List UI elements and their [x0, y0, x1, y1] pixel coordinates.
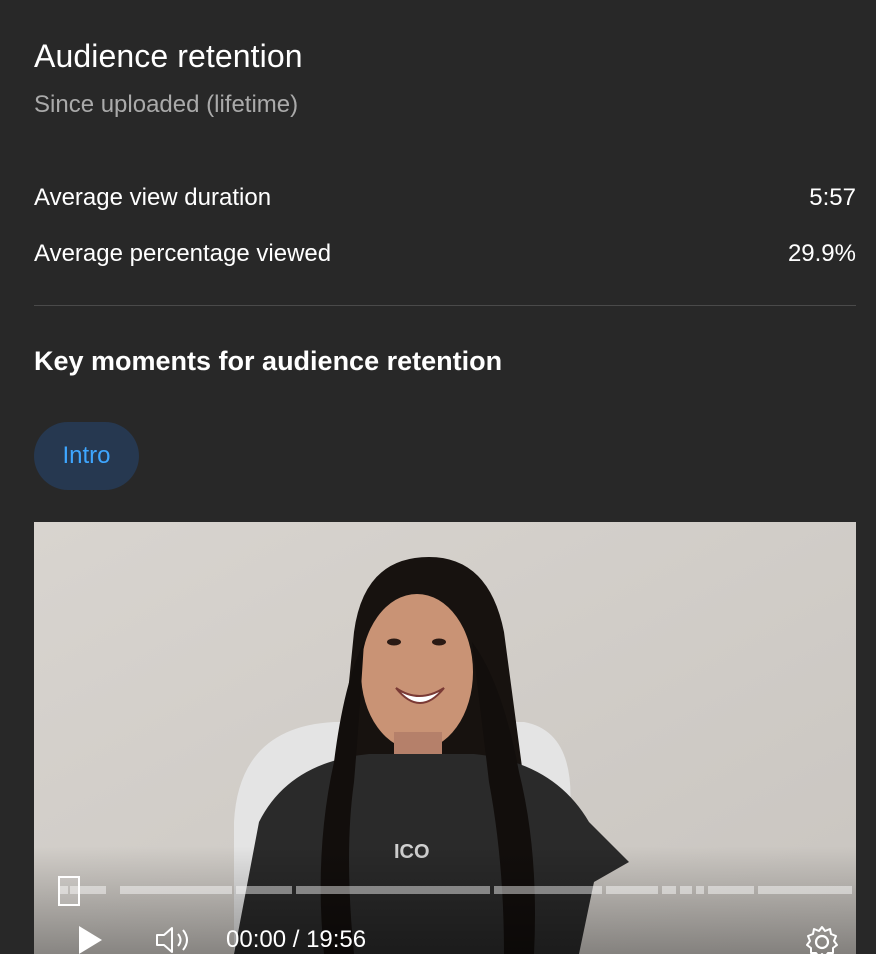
player-controls: 00:00 / 19:56 [34, 920, 856, 954]
key-moments-title: Key moments for audience retention [34, 346, 503, 376]
metric-row-average-view-duration: Average view duration 5:57 [34, 182, 856, 214]
progress-segment [296, 886, 490, 894]
metric-value: 5:57 [809, 184, 856, 211]
progress-segment [696, 886, 704, 894]
volume-icon[interactable] [154, 924, 194, 954]
metric-label: Average percentage viewed [34, 240, 332, 267]
progress-segment [606, 886, 658, 894]
progress-segment [758, 886, 852, 894]
metric-label: Average view duration [34, 184, 272, 211]
metric-row-average-percentage-viewed: Average percentage viewed 29.9% [34, 238, 856, 270]
card-subtitle: Since uploaded (lifetime) [34, 91, 299, 118]
time-display: 00:00 / 19:56 [226, 926, 367, 953]
progress-segment [120, 886, 232, 894]
progress-segment [680, 886, 692, 894]
divider [34, 305, 856, 306]
progress-bar[interactable] [58, 886, 852, 894]
progress-segment [494, 886, 602, 894]
metric-value: 29.9% [787, 240, 856, 267]
play-icon[interactable] [76, 924, 104, 954]
video-player[interactable]: ICO [34, 522, 856, 954]
progress-segment [662, 886, 676, 894]
progress-segment [708, 886, 754, 894]
intro-chip[interactable]: Intro [34, 422, 139, 490]
card-title: Audience retention [34, 38, 303, 74]
scrubber-handle[interactable] [58, 876, 80, 906]
progress-segment [236, 886, 292, 894]
audience-retention-card: Audience retention Since uploaded (lifet… [34, 0, 856, 954]
settings-gear-icon[interactable] [804, 924, 840, 954]
